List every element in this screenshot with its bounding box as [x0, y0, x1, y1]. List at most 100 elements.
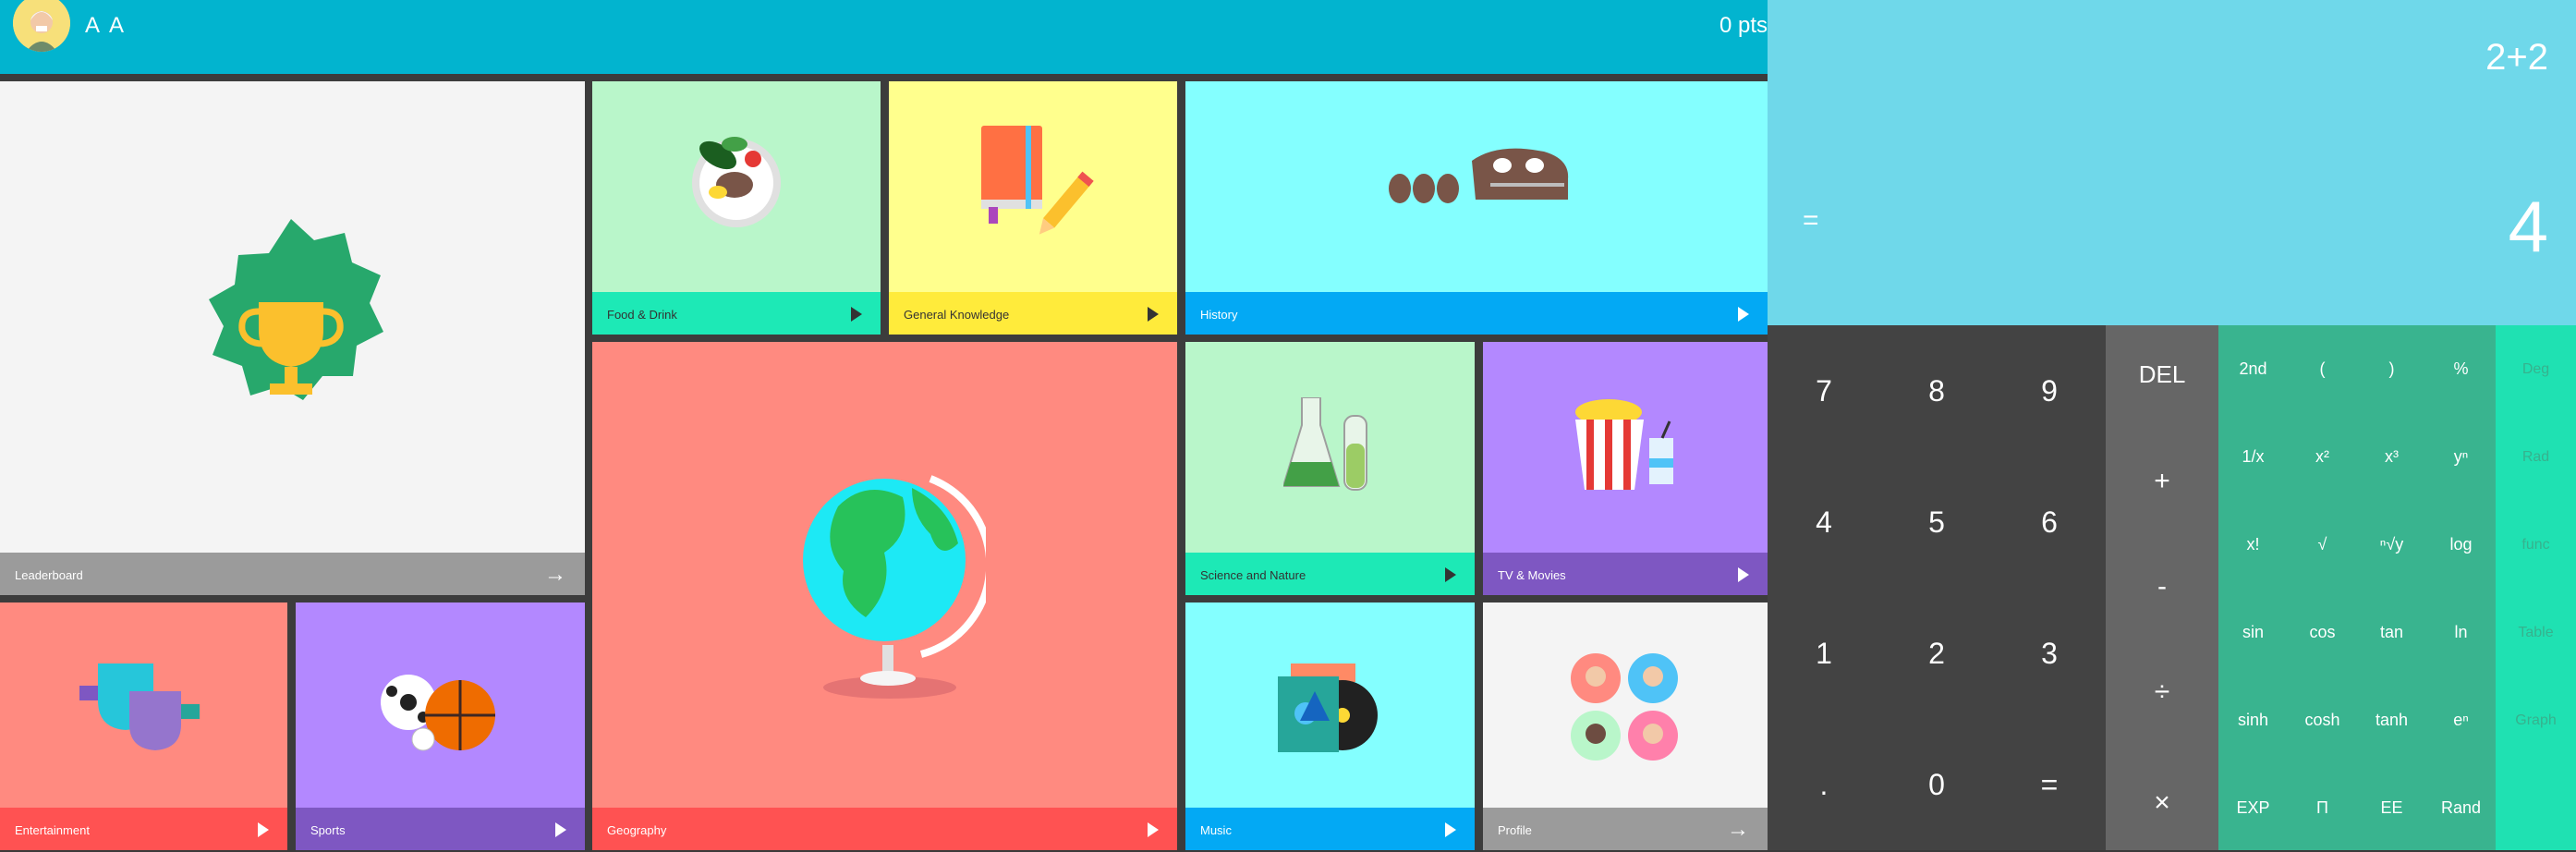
tile-sports[interactable]: Sports [296, 602, 585, 850]
equals-indicator: = [1803, 205, 1819, 236]
key-7[interactable]: 7 [1768, 325, 1880, 456]
tile-label: Entertainment [15, 823, 90, 837]
calculator-display: 2+2 = 4 [1768, 0, 2576, 325]
key-0[interactable]: 0 [1880, 719, 1993, 850]
play-icon [1445, 822, 1456, 837]
cube-button[interactable]: x³ [2357, 413, 2426, 501]
arrow-right-icon: → [1727, 817, 1749, 842]
key-6[interactable]: 6 [1993, 456, 2106, 588]
operator-pad: DEL + - ÷ × [2106, 325, 2218, 850]
book-pencil-icon [981, 126, 1094, 235]
tile-label: Food & Drink [607, 308, 677, 322]
play-icon [1738, 567, 1749, 582]
tile-label: Profile [1498, 823, 1532, 837]
factorial-button[interactable]: x! [2218, 501, 2288, 589]
sqrt-button[interactable]: √ [2288, 501, 2357, 589]
power-button[interactable]: yⁿ [2426, 413, 2496, 501]
subtract-button[interactable]: - [2106, 571, 2218, 602]
reciprocal-button[interactable]: 1/x [2218, 413, 2288, 501]
percent-button[interactable]: % [2426, 325, 2496, 413]
popcorn-icon [1575, 399, 1673, 490]
square-button[interactable]: x² [2288, 413, 2357, 501]
tile-geography[interactable]: Geography [592, 342, 1177, 850]
user-name: A A [85, 13, 128, 38]
multiply-button[interactable]: × [2106, 787, 2218, 819]
tile-bar [1185, 292, 1768, 335]
sports-balls-icon [381, 675, 495, 751]
tile-history[interactable]: History [1185, 81, 1768, 335]
add-button[interactable]: + [2106, 466, 2218, 497]
delete-button[interactable]: DEL [2106, 360, 2218, 389]
tile-label: Sports [310, 823, 346, 837]
arrow-right-icon: → [544, 562, 566, 587]
deg-button[interactable]: Deg [2496, 325, 2576, 413]
sin-button[interactable]: sin [2218, 589, 2288, 676]
func-button[interactable]: func [2496, 501, 2576, 589]
exp-button[interactable]: EXP [2218, 764, 2288, 852]
open-paren-button[interactable]: ( [2288, 325, 2357, 413]
tile-general-knowledge[interactable]: General Knowledge [889, 81, 1177, 335]
second-button[interactable]: 2nd [2218, 325, 2288, 413]
play-icon [258, 822, 269, 837]
play-icon [555, 822, 566, 837]
ln-button[interactable]: ln [2426, 589, 2496, 676]
rand-button[interactable]: Rand [2426, 764, 2496, 852]
table-button[interactable]: Table [2496, 589, 2576, 676]
dinosaur-skull-icon [1389, 148, 1569, 203]
key-2[interactable]: 2 [1880, 588, 1993, 719]
tile-leaderboard[interactable]: Leaderboard → [0, 81, 585, 595]
tile-music[interactable]: Music [1185, 602, 1475, 850]
tile-label: Science and Nature [1200, 568, 1306, 582]
expression[interactable]: 2+2 [2485, 37, 2548, 79]
play-icon [1148, 822, 1159, 837]
user-avatar[interactable] [13, 0, 70, 52]
play-icon [851, 307, 862, 322]
key-9[interactable]: 9 [1993, 325, 2106, 456]
close-paren-button[interactable]: ) [2357, 325, 2426, 413]
log-button[interactable]: log [2426, 501, 2496, 589]
play-icon [1445, 567, 1456, 582]
ee-button[interactable]: EE [2357, 764, 2426, 852]
exp-power-button[interactable]: eⁿ [2426, 676, 2496, 764]
tile-bar [0, 553, 585, 595]
tile-label: Geography [607, 823, 667, 837]
tile-label: General Knowledge [904, 308, 1010, 322]
divide-button[interactable]: ÷ [2106, 676, 2218, 708]
lab-flask-icon [1283, 397, 1367, 491]
tile-tv-movies[interactable]: TV & Movies [1483, 342, 1768, 595]
pi-button[interactable]: Π [2288, 764, 2357, 852]
cos-button[interactable]: cos [2288, 589, 2357, 676]
tile-label: Music [1200, 823, 1232, 837]
tile-label: TV & Movies [1498, 568, 1566, 582]
graph-button[interactable]: Graph [2496, 676, 2576, 764]
calculator-app: 2+2 = 4 7 8 9 4 5 6 1 2 3 . 0 = DEL + - … [1768, 0, 2576, 850]
key-equals[interactable]: = [1993, 719, 2106, 850]
top-bar: A A 0 pts [0, 0, 1768, 74]
tile-label: Leaderboard [15, 568, 83, 582]
nth-root-button[interactable]: ⁿ√y [2357, 501, 2426, 589]
key-decimal[interactable]: . [1768, 719, 1880, 850]
tile-entertainment[interactable]: Entertainment [0, 602, 287, 850]
rad-button[interactable]: Rad [2496, 413, 2576, 501]
key-8[interactable]: 8 [1880, 325, 1993, 456]
tile-bar [592, 808, 1177, 850]
food-plate-icon [692, 137, 781, 227]
theater-masks-icon [79, 663, 200, 750]
key-4[interactable]: 4 [1768, 456, 1880, 588]
result: 4 [2508, 186, 2548, 267]
cosh-button[interactable]: cosh [2288, 676, 2357, 764]
number-pad: 7 8 9 4 5 6 1 2 3 . 0 = [1768, 325, 2106, 850]
tile-profile[interactable]: Profile → [1483, 602, 1768, 850]
key-1[interactable]: 1 [1768, 588, 1880, 719]
tile-science-nature[interactable]: Science and Nature [1185, 342, 1475, 595]
quiz-app: A A 0 pts Leaderboard → Food & Drink Gen… [0, 0, 1768, 850]
globe-icon [803, 475, 986, 699]
tan-button[interactable]: tan [2357, 589, 2426, 676]
sinh-button[interactable]: sinh [2218, 676, 2288, 764]
tile-food-drink[interactable]: Food & Drink [592, 81, 881, 335]
key-3[interactable]: 3 [1993, 588, 2106, 719]
tanh-button[interactable]: tanh [2357, 676, 2426, 764]
play-icon [1738, 307, 1749, 322]
key-5[interactable]: 5 [1880, 456, 1993, 588]
points-counter: 0 pts [1719, 13, 1768, 38]
